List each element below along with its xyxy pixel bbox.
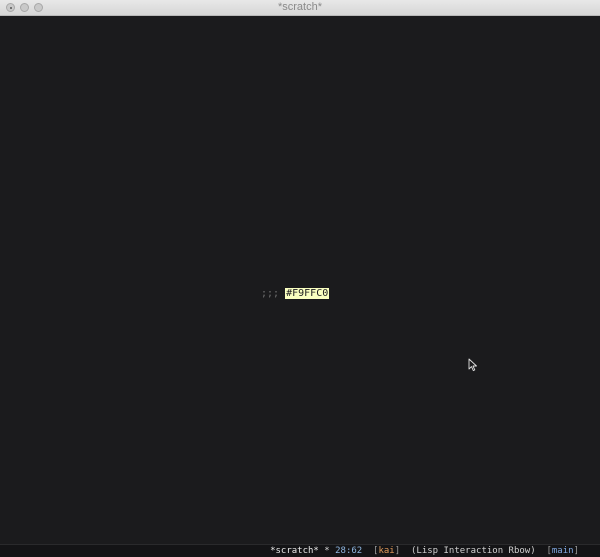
modeline-modified: * xyxy=(318,546,336,556)
mouse-pointer-icon xyxy=(468,358,477,372)
title-bar: *scratch* xyxy=(0,0,600,16)
color-token[interactable]: #F9FFC0 xyxy=(285,288,330,299)
modeline-major-mode: (Lisp Interaction Rbow) xyxy=(411,546,536,556)
modeline-user: kai xyxy=(378,546,395,556)
emacs-window: *scratch* ;;; #F9FFC0 *scratch* * 28:62 … xyxy=(0,0,600,557)
window-title: *scratch* xyxy=(277,1,323,13)
modeline-position: 28:62 xyxy=(335,546,363,556)
editor-buffer[interactable]: ;;; #F9FFC0 xyxy=(0,16,600,544)
comment-prefix: ;;; xyxy=(261,288,286,299)
modeline-branch: main xyxy=(551,546,574,556)
buffer-line: ;;; #F9FFC0 xyxy=(261,287,330,300)
modeline-buffer-name: *scratch* xyxy=(270,546,319,556)
mode-line: *scratch* * 28:62 [kai] (Lisp Interactio… xyxy=(0,544,600,557)
